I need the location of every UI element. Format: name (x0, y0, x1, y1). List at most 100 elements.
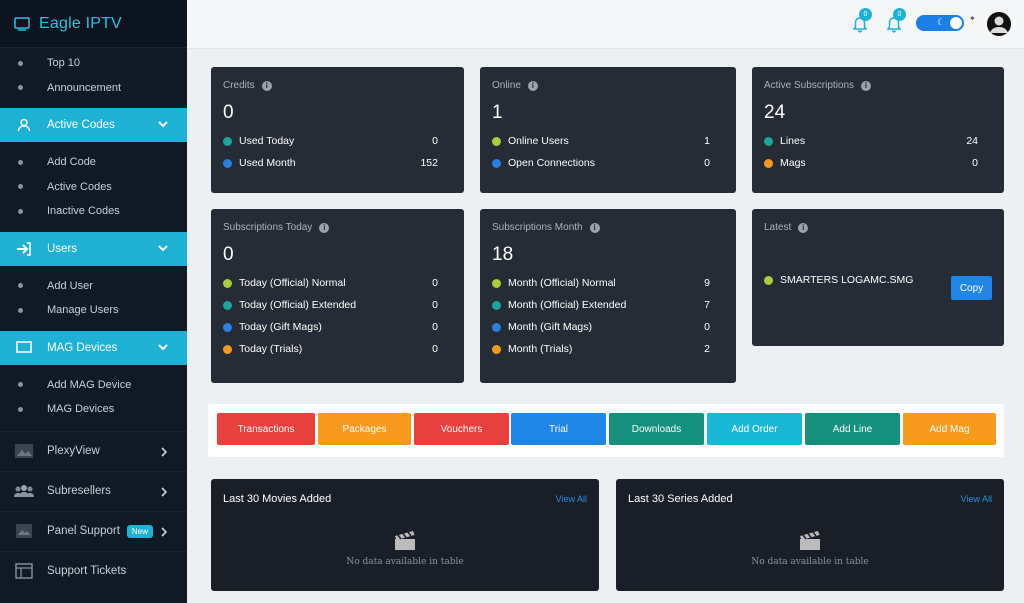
status-dot (223, 322, 232, 332)
notification-button[interactable]: 0 (852, 8, 872, 33)
chevron-right-icon (159, 486, 169, 501)
trial-button[interactable]: Trial (511, 413, 606, 445)
card-title: Latest i (764, 222, 992, 233)
info-icon[interactable]: i (589, 222, 600, 233)
status-dot (492, 136, 501, 146)
sidebar-item-inactive-codes[interactable]: Inactive Codes (0, 199, 187, 224)
ticket-icon (0, 563, 47, 579)
copy-button[interactable]: Copy (951, 276, 992, 300)
quick-actions-bar: Transactions Packages Vouchers Trial Dow… (208, 404, 1004, 457)
sidebar-item-subresellers[interactable]: Subresellers (0, 470, 187, 511)
subscriptions-month-card: Subscriptions Month i 18 Month (Official)… (480, 209, 736, 383)
status-dot (223, 136, 232, 146)
brand[interactable]: Eagle IPTV (0, 0, 187, 48)
info-icon[interactable]: i (261, 80, 272, 91)
users-group-icon (0, 484, 47, 498)
subscriptions-today-card: Subscriptions Today i 0 Today (Official) … (211, 209, 464, 383)
chevron-down-icon (157, 242, 169, 257)
panel-title: Last 30 Series Added (628, 493, 733, 505)
theme-toggle[interactable]: ☾ (916, 15, 964, 31)
card-title: Online i (492, 80, 724, 91)
stat-row: Month (Gift Mags) 0 (492, 316, 724, 338)
stat-row: Used Month 152 (223, 152, 452, 174)
sidebar-section-label: Active Codes (47, 119, 115, 131)
sign-in-icon (0, 241, 47, 256)
stat-row: Month (Official) Extended 7 (492, 294, 724, 316)
status-dot (764, 136, 773, 146)
packages-button[interactable]: Packages (318, 413, 411, 445)
card-title: Subscriptions Today i (223, 222, 452, 233)
status-dot (223, 158, 232, 168)
tv-icon (14, 16, 30, 31)
movies-panel: Last 30 Movies Added View All No data av… (211, 479, 599, 591)
sidebar-item-announcement[interactable]: Announcement (0, 76, 187, 101)
clapperboard-icon (393, 529, 417, 554)
chevron-right-icon (159, 446, 169, 461)
sidebar-item-mag-devices[interactable]: MAG Devices (0, 397, 187, 422)
app-title: Eagle IPTV (39, 14, 122, 32)
sidebar-item-plexyview[interactable]: PlexyView (0, 430, 187, 471)
sidebar-item-add-mag-device[interactable]: Add MAG Device (0, 373, 187, 398)
alerts-button[interactable]: 0 (886, 8, 906, 33)
card-title: Credits i (223, 80, 452, 91)
add-mag-button[interactable]: Add Mag (903, 413, 996, 445)
info-icon[interactable]: i (861, 80, 872, 91)
topbar: 0 0 ☾ ✦ (187, 0, 1024, 49)
credits-card: Credits i 0 Used Today 0 Used Month 152 (211, 67, 464, 193)
active-subscriptions-value: 24 (764, 102, 786, 123)
sun-icon: ✦ (969, 14, 976, 23)
info-icon[interactable]: i (798, 222, 809, 233)
stat-row: Mags 0 (764, 152, 992, 174)
status-dot (764, 275, 773, 285)
stat-row: Today (Official) Normal 0 (223, 272, 452, 294)
card-title: Active Subscriptions i (764, 80, 992, 91)
sidebar-item-manage-users[interactable]: Manage Users (0, 298, 187, 323)
subscriptions-today-value: 0 (223, 244, 234, 265)
avatar[interactable] (987, 12, 1011, 36)
sidebar-item-label: Panel Support (47, 525, 120, 537)
sidebar-item-support-tickets[interactable]: Support Tickets (0, 550, 187, 591)
alerts-count: 0 (893, 8, 906, 21)
stat-row: Online Users 1 (492, 130, 724, 152)
support-icon (0, 523, 47, 539)
transactions-button[interactable]: Transactions (217, 413, 315, 445)
sidebar-item-panel-support[interactable]: Panel Support New (0, 510, 187, 551)
sidebar-section-mag-devices[interactable]: MAG Devices (0, 330, 187, 365)
stat-row: Open Connections 0 (492, 152, 724, 174)
sidebar-section-label: MAG Devices (47, 341, 118, 354)
sidebar-item-top-10[interactable]: Top 10 (0, 51, 187, 76)
vouchers-button[interactable]: Vouchers (414, 413, 509, 445)
empty-table-message: No data available in table (346, 557, 464, 567)
view-all-link[interactable]: View All (556, 494, 587, 504)
status-dot (492, 322, 501, 332)
stat-row: Used Today 0 (223, 130, 452, 152)
stat-row: Today (Official) Extended 0 (223, 294, 452, 316)
chevron-down-icon (157, 341, 169, 356)
downloads-button[interactable]: Downloads (609, 413, 704, 445)
toggle-knob (950, 17, 962, 29)
user-icon (0, 118, 47, 132)
card-title: Subscriptions Month i (492, 222, 724, 233)
monitor-icon (0, 341, 47, 354)
sidebar-section-users[interactable]: Users (0, 231, 187, 266)
sidebar-section-active-codes[interactable]: Active Codes (0, 108, 187, 142)
view-all-link[interactable]: View All (961, 494, 992, 504)
new-badge: New (126, 524, 153, 538)
status-dot (223, 278, 232, 288)
stat-row: Month (Official) Normal 9 (492, 272, 724, 294)
moon-icon: ☾ (937, 17, 946, 27)
stat-row: Today (Trials) 0 (223, 338, 452, 360)
add-line-button[interactable]: Add Line (805, 413, 900, 445)
status-dot (223, 300, 232, 310)
sidebar-item-add-user[interactable]: Add User (0, 274, 187, 299)
sidebar-item-add-code[interactable]: Add Code (0, 150, 187, 175)
sidebar-item-active-codes[interactable]: Active Codes (0, 175, 187, 200)
add-order-button[interactable]: Add Order (707, 413, 802, 445)
status-dot (764, 158, 773, 168)
info-icon[interactable]: i (319, 222, 330, 233)
credits-value: 0 (223, 102, 234, 123)
info-icon[interactable]: i (527, 80, 538, 91)
latest-card: Latest i SMARTERS LOGAMC.SMG Copy (752, 209, 1004, 346)
subscriptions-month-value: 18 (492, 244, 514, 265)
clapperboard-icon (798, 529, 822, 554)
